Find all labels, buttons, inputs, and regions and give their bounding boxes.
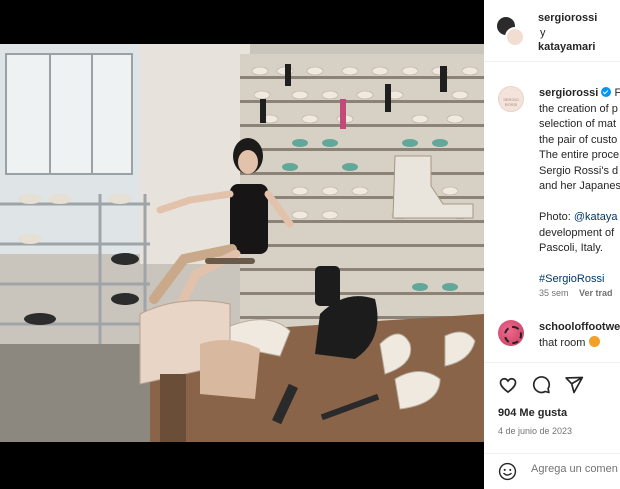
mention-link[interactable]: @kataya [574,211,618,223]
caption-line: the creation of p [539,102,618,115]
hashtag-link[interactable]: #SergioRossi [539,272,620,288]
caption-text: F [614,87,620,99]
action-bar: 904 Me gusta 4 de junio de 2023 [484,362,620,462]
like-icon[interactable] [498,375,518,395]
username-link[interactable]: katayamari [538,41,596,53]
avatar[interactable] [498,320,524,346]
username-link[interactable]: schooloffootwe [539,321,620,333]
emoji-icon [588,335,600,347]
verified-icon [601,87,612,97]
post-header: sergiorossi y katayamari [484,0,620,62]
share-icon[interactable] [564,375,584,395]
avatar[interactable]: SERGIO ROSSI [498,86,524,112]
post-side-panel: sergiorossi y katayamari SERGIO ROSSI se… [484,0,620,489]
comment-icon[interactable] [531,375,551,395]
photo-illustration [0,44,484,442]
caption-line: selection of mat [539,118,617,130]
emoji-picker-icon[interactable] [498,462,517,481]
caption-line: development of [539,226,615,239]
caption-line: Pascoli, Italy. [539,242,603,254]
see-translation-button[interactable]: Ver trad [579,288,613,298]
avatar[interactable] [505,27,525,47]
add-comment-input[interactable] [531,463,620,475]
post-age: 35 sem [539,288,569,298]
caption-line: Sergio Rossi's d [539,164,619,177]
comment: schooloffootwe that room [539,320,620,351]
post-image[interactable] [0,44,484,442]
add-comment-bar [484,453,620,489]
caption: sergiorossi F the creation of p selectio… [539,86,620,288]
caption-text: Photo: [539,211,571,223]
post-date: 4 de junio de 2023 [498,426,573,436]
post-dialog: sergiorossi y katayamari SERGIO ROSSI se… [0,0,620,489]
caption-line: The entire proce [539,149,620,161]
like-count[interactable]: 904 Me gusta [498,407,567,419]
comment-text: that room [539,336,586,349]
username-link[interactable]: sergiorossi [538,12,597,24]
username-link[interactable]: sergiorossi [539,87,598,99]
caption-line: the pair of custo [539,133,618,146]
caption-meta: 35 sem Ver trad [539,288,613,298]
conjunction-text: y [540,27,546,39]
caption-line: and her Japanes [539,180,620,192]
avatar-logo: SERGIO ROSSI [503,97,519,107]
